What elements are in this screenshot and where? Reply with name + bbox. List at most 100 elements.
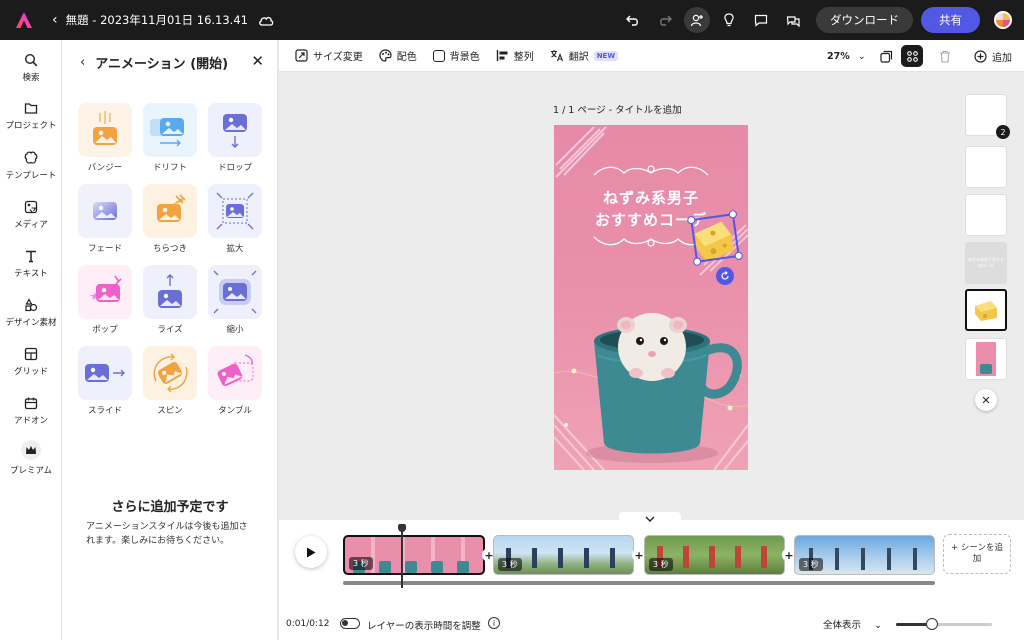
layers-toggle-icon[interactable]: [901, 45, 923, 67]
animation-option-drop[interactable]: ドロップ: [208, 103, 262, 173]
undo-icon[interactable]: [620, 7, 646, 33]
resize-icon: [295, 49, 308, 62]
thumbnail-layer[interactable]: [965, 194, 1007, 236]
share-review-icon[interactable]: [780, 7, 806, 33]
nav-item-grid[interactable]: グリッド: [0, 347, 62, 377]
nav-item-addons[interactable]: アドオン: [0, 396, 62, 426]
nav-item-templates[interactable]: テンプレート: [0, 151, 62, 181]
nav-label: メディア: [14, 220, 48, 230]
align-button[interactable]: 整列: [496, 48, 534, 63]
clip-duration: 3 秒: [799, 558, 823, 571]
panel-title: アニメーション (開始): [95, 56, 229, 72]
resize-handle[interactable]: [686, 215, 696, 225]
animation-option-rise[interactable]: ライズ: [143, 265, 197, 335]
scene-clip-3[interactable]: 3 秒: [644, 535, 785, 575]
nav-label: テンプレート: [5, 171, 57, 181]
translate-label: 翻訳: [568, 52, 589, 63]
nav-item-search[interactable]: 検索: [0, 53, 62, 83]
zoom-dropdown[interactable]: 27% ⌄: [827, 40, 866, 72]
fit-view-dropdown[interactable]: 全体表示 ⌄: [823, 617, 882, 631]
playhead[interactable]: [401, 526, 403, 588]
back-icon[interactable]: ‹: [80, 55, 85, 70]
animation-option-drift[interactable]: ドリフト: [143, 103, 197, 173]
download-button[interactable]: ダウンロード: [816, 7, 913, 33]
cloud-sync-icon[interactable]: [258, 14, 274, 26]
background-color-button[interactable]: 背景色: [432, 48, 480, 63]
animation-option-fade[interactable]: フェード: [78, 184, 132, 254]
playback-time: 0:01/0:12: [286, 619, 330, 629]
page-label[interactable]: 1 / 1 ページ - タイトルを追加: [553, 102, 682, 116]
zoom-out-icon: [208, 265, 262, 319]
animation-option-pop[interactable]: ポップ: [78, 265, 132, 335]
thumbnail-layer[interactable]: [965, 146, 1007, 188]
document-title[interactable]: 無題 - 2023年11月01日 16.13.41: [66, 12, 248, 28]
color-scheme-button[interactable]: 配色: [379, 48, 417, 63]
scene-clip-4[interactable]: 3 秒: [794, 535, 935, 575]
close-icon[interactable]: ✕: [251, 52, 264, 70]
animation-option-slide[interactable]: スライド: [78, 346, 132, 416]
play-button[interactable]: [295, 536, 327, 568]
close-icon[interactable]: ✕: [975, 389, 997, 411]
thumbnail-cheese-layer[interactable]: [965, 289, 1007, 331]
nav-label: プロジェクト: [5, 121, 57, 131]
chevron-down-icon[interactable]: [619, 512, 681, 526]
resize-button[interactable]: サイズ変更: [295, 48, 363, 63]
addon-icon: [24, 397, 38, 410]
playhead-handle[interactable]: [398, 524, 406, 532]
layer-timing-toggle[interactable]: [340, 618, 360, 629]
animation-option-bungee[interactable]: バンジー: [78, 103, 132, 173]
design-page[interactable]: ねずみ系男子 おすすめコーデ: [554, 125, 748, 470]
add-page-button[interactable]: 追加: [974, 40, 1012, 72]
nav-item-design-assets[interactable]: デザイン素材: [0, 298, 62, 328]
editor-toolbar: サイズ変更 配色 背景色 整列 翻訳 NEW 27% ⌄ 追加: [279, 40, 1024, 72]
add-scene-button[interactable]: + シーンを追加: [943, 534, 1011, 574]
palette-icon: [379, 49, 392, 62]
scene-clip-2[interactable]: 3 秒: [493, 535, 634, 575]
timeline: 3 秒 + 3 秒 + 3 秒 + 3 秒 + シーンを追加 0:01/0:12…: [279, 512, 1024, 640]
back-icon[interactable]: ‹: [52, 12, 58, 28]
info-icon[interactable]: i: [488, 617, 500, 629]
animation-label: タンブル: [218, 406, 252, 416]
delete-icon[interactable]: [934, 45, 956, 67]
timeline-zoom-slider[interactable]: [896, 618, 992, 630]
selection-box[interactable]: [686, 209, 744, 267]
tumble-icon: [208, 346, 262, 400]
translate-button[interactable]: 翻訳 NEW: [550, 48, 619, 63]
top-bar: ‹ 無題 - 2023年11月01日 16.13.41 ダウンロード 共有: [0, 0, 1024, 40]
slider-knob[interactable]: [925, 618, 938, 630]
comment-icon[interactable]: [748, 7, 774, 33]
animation-option-zoom-in[interactable]: 拡大: [208, 184, 262, 254]
heading-line-1[interactable]: ねずみ系男子: [554, 187, 748, 208]
rotate-handle-icon[interactable]: [716, 267, 734, 285]
nav-item-premium[interactable]: プレミアム: [0, 440, 62, 476]
share-button[interactable]: 共有: [921, 7, 980, 33]
nav-item-projects[interactable]: プロジェクト: [0, 102, 62, 131]
thumbnail-stack[interactable]: 2: [965, 94, 1010, 139]
rise-icon: [143, 265, 197, 319]
animation-option-flicker[interactable]: ちらつき: [143, 184, 197, 254]
animation-option-zoom-out[interactable]: 縮小: [208, 265, 262, 335]
animation-label: ライズ: [157, 325, 183, 335]
thumbnail-photo-layer[interactable]: [965, 338, 1007, 380]
animation-label: ポップ: [92, 325, 118, 335]
invite-user-icon[interactable]: [684, 7, 710, 33]
animation-option-spin[interactable]: スピン: [143, 346, 197, 416]
lightbulb-icon[interactable]: [716, 7, 742, 33]
nav-item-text[interactable]: テキスト: [0, 249, 62, 279]
zoom-level: 27%: [827, 50, 850, 62]
thumbnail-text-layer[interactable]: ねずみ系男子おすすめコーデ: [965, 242, 1007, 284]
nav-item-media[interactable]: メディア: [0, 200, 62, 230]
translate-icon: [550, 50, 563, 62]
adobe-express-logo[interactable]: [12, 8, 36, 32]
pop-icon: [78, 265, 132, 319]
animation-option-tumble[interactable]: タンブル: [208, 346, 262, 416]
nav-label: 検索: [22, 73, 40, 83]
canvas-area: 1 / 1 ページ - タイトルを追加 ねずみ系男子 おすすめコーデ 2 ねずみ…: [279, 73, 1024, 519]
duplicate-page-icon[interactable]: [875, 45, 897, 67]
scene-clip-1[interactable]: 3 秒: [343, 535, 485, 575]
user-avatar[interactable]: [994, 11, 1012, 29]
timeline-scrollbar[interactable]: [343, 581, 935, 585]
layer-timing-label: レイヤーの表示時間を調整: [367, 621, 481, 632]
redo-icon[interactable]: [652, 7, 678, 33]
premium-crown-icon: [21, 440, 41, 460]
